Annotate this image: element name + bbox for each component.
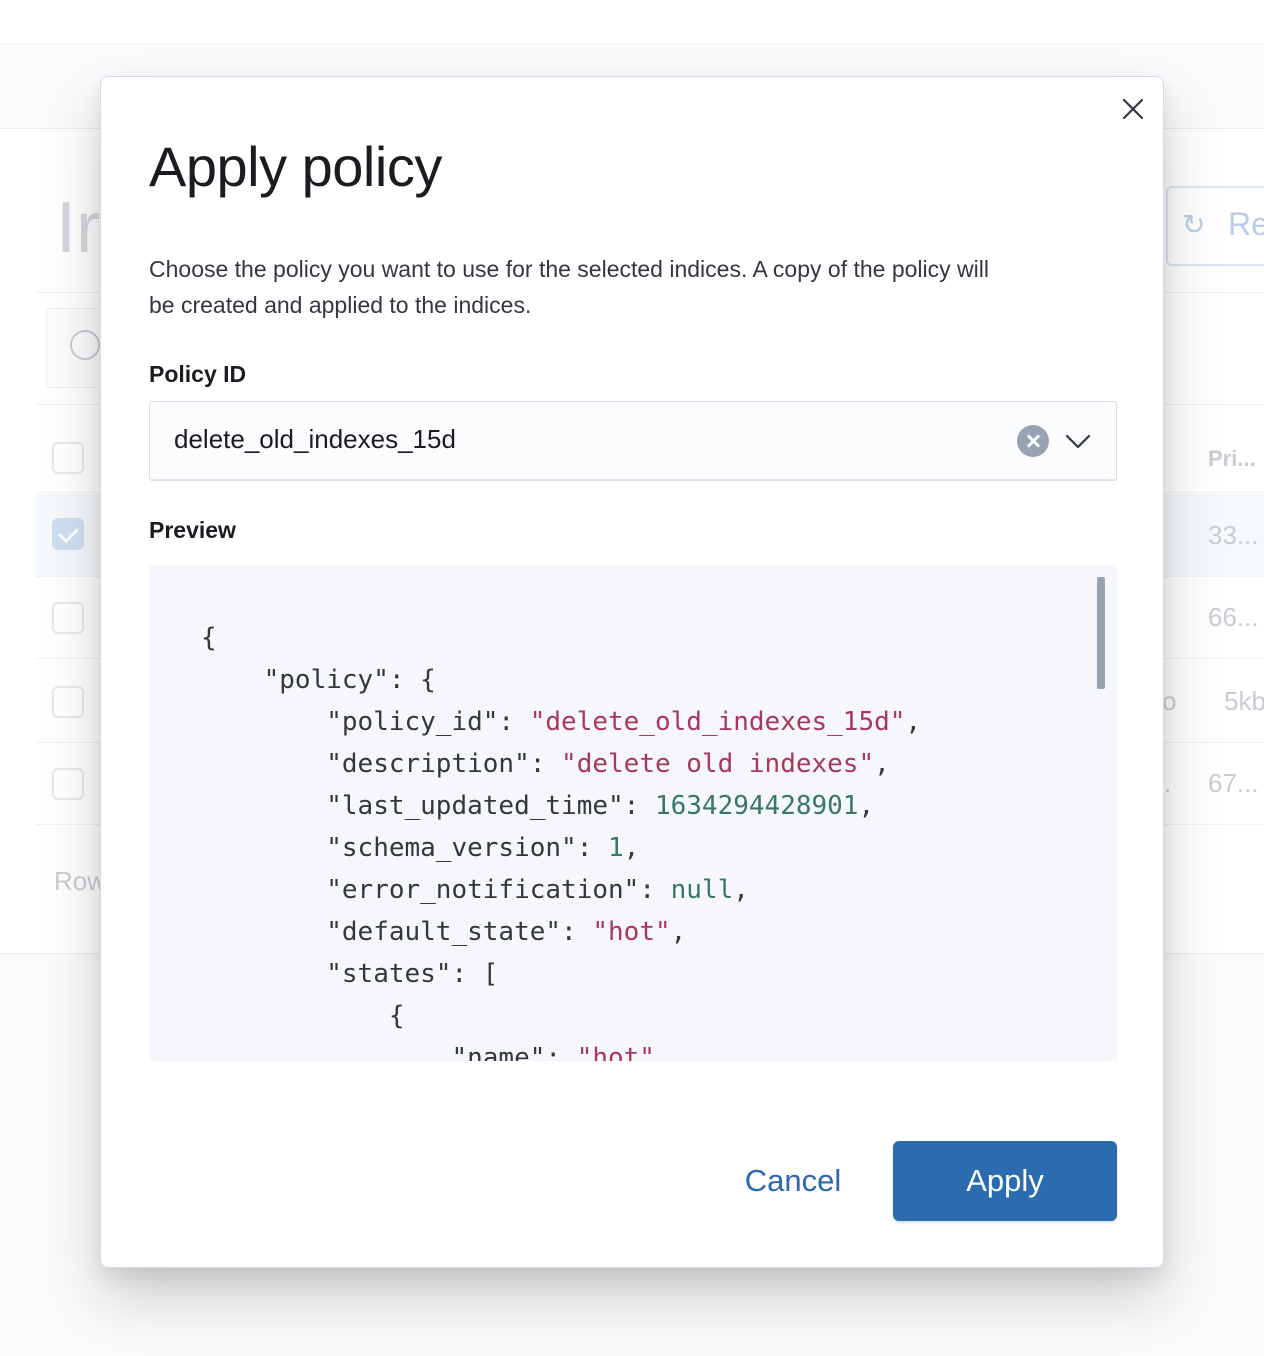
code-line: "error_notification": null, <box>201 875 749 905</box>
code-punctuation: : <box>498 707 530 737</box>
code-punctuation: , <box>654 1043 671 1061</box>
code-punctuation: , <box>670 917 687 947</box>
top-header-bar <box>0 0 1264 44</box>
code-line: "description": "delete old indexes", <box>201 749 890 779</box>
code-punctuation: : [ <box>451 959 499 989</box>
row-checkbox[interactable] <box>52 768 84 800</box>
code-string: "delete old indexes" <box>561 749 875 779</box>
table-cell-fragment: o <box>1162 686 1177 716</box>
table-cell: 5kb <box>1224 686 1264 716</box>
code-punctuation: : <box>639 875 671 905</box>
select-all-checkbox[interactable] <box>52 442 84 474</box>
code-key: "error_notification" <box>326 875 640 905</box>
row-checkbox[interactable] <box>52 602 84 634</box>
row-checkbox-checked[interactable] <box>52 518 84 550</box>
policy-preview-code[interactable]: { "policy": { "policy_id": "delete_old_i… <box>149 565 1117 1061</box>
code-punctuation: : <box>545 1043 577 1061</box>
cancel-button[interactable]: Cancel <box>713 1141 873 1221</box>
code-key: "last_updated_time" <box>326 791 624 821</box>
code-scrollbar[interactable] <box>1097 577 1105 689</box>
code-key: "name" <box>451 1043 546 1061</box>
code-line: "policy": { <box>201 665 436 695</box>
code-key: "description" <box>326 749 530 779</box>
code-punctuation: : <box>623 791 655 821</box>
code-string: "hot" <box>576 1043 655 1061</box>
code-punctuation: : { <box>388 665 436 695</box>
code-line: { <box>201 623 217 653</box>
code-punctuation: : <box>561 917 593 947</box>
code-line: "name": "hot", <box>201 1043 671 1061</box>
code-number: 1634294428901 <box>654 791 859 821</box>
search-icon <box>70 330 100 360</box>
code-punctuation: { <box>201 623 217 653</box>
clear-selection-icon[interactable] <box>1017 425 1049 457</box>
code-line: "states": [ <box>201 959 498 989</box>
code-line: "default_state": "hot", <box>201 917 686 947</box>
code-punctuation: : <box>576 833 608 863</box>
policy-id-selected-value: delete_old_indexes_15d <box>174 424 456 454</box>
policy-id-label: Policy ID <box>149 361 247 387</box>
code-line: "last_updated_time": 1634294428901, <box>201 791 874 821</box>
row-checkbox[interactable] <box>52 686 84 718</box>
refresh-icon: ↻ <box>1182 209 1206 240</box>
page-title: Ir <box>56 188 100 268</box>
code-key: "policy_id" <box>326 707 499 737</box>
code-punctuation: , <box>858 791 875 821</box>
code-string: "delete_old_indexes_15d" <box>529 707 906 737</box>
refresh-button-label: Re <box>1228 206 1264 242</box>
close-modal-button[interactable] <box>1117 93 1149 125</box>
rows-per-page-label: Row <box>54 866 107 896</box>
code-number: 1 <box>608 833 624 863</box>
modal-description: Choose the policy you want to use for th… <box>149 256 989 318</box>
code-key: "states" <box>326 959 452 989</box>
table-cell: 66... <box>1208 602 1259 632</box>
code-key: "default_state" <box>326 917 562 947</box>
code-content: { "policy": { "policy_id": "delete_old_i… <box>201 617 921 1061</box>
table-cell-fragment: . <box>1164 768 1172 798</box>
code-line: { <box>201 1001 405 1031</box>
code-punctuation: : <box>529 749 562 779</box>
code-punctuation: , <box>623 833 640 863</box>
code-key: "schema_version" <box>326 833 577 863</box>
chevron-down-icon[interactable] <box>1063 426 1093 456</box>
code-punctuation: { <box>388 1001 405 1031</box>
modal-title: Apply policy <box>149 135 442 198</box>
code-punctuation: , <box>733 875 749 905</box>
policy-id-combobox[interactable]: delete_old_indexes_15d <box>149 401 1117 481</box>
code-line: "policy_id": "delete_old_indexes_15d", <box>201 707 921 737</box>
code-punctuation: , <box>874 749 890 779</box>
preview-label: Preview <box>149 517 236 543</box>
code-number: null <box>670 875 734 905</box>
table-cell: 33... <box>1208 520 1259 550</box>
table-cell: 67... <box>1208 768 1259 798</box>
code-string: "hot" <box>592 917 671 947</box>
apply-policy-modal: Apply policy Choose the policy you want … <box>100 76 1164 1268</box>
apply-button[interactable]: Apply <box>893 1141 1117 1221</box>
code-key: "policy" <box>263 665 389 695</box>
column-header-primaries[interactable]: Pri... <box>1208 446 1256 472</box>
code-line: "schema_version": 1, <box>201 833 639 863</box>
code-punctuation: , <box>905 707 922 737</box>
close-icon <box>1122 98 1144 120</box>
